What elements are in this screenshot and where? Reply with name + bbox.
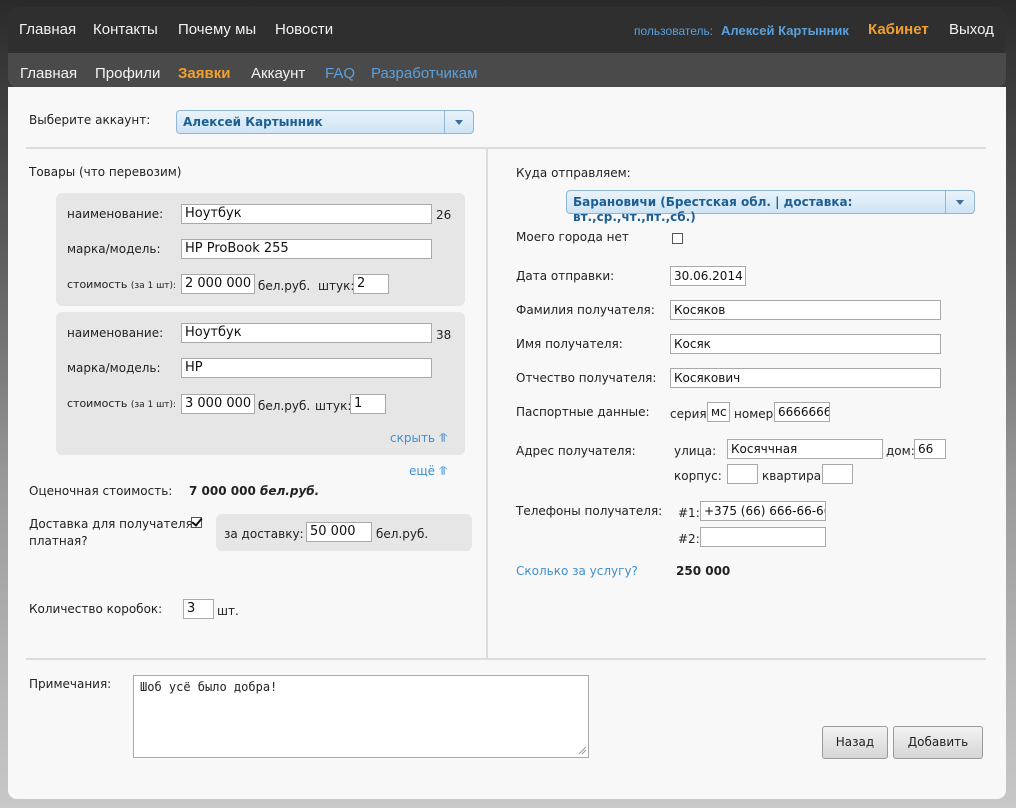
price-value: 250 000 bbox=[676, 564, 731, 578]
estimate-value: 7 000 000 бел.руб. bbox=[189, 484, 320, 498]
subnav-home[interactable]: Главная bbox=[20, 65, 77, 82]
goods-model-label: марка/модель: bbox=[67, 242, 161, 256]
subnav-requests[interactable]: Заявки bbox=[178, 65, 230, 82]
nav-cabinet[interactable]: Кабинет bbox=[868, 21, 929, 38]
back-button[interactable]: Назад bbox=[822, 726, 888, 759]
goods-name-input[interactable]: Ноутбук bbox=[181, 204, 432, 224]
passport-series-input[interactable]: мс bbox=[707, 402, 730, 422]
goods-name-counter: 26 bbox=[436, 208, 452, 222]
nav-news[interactable]: Новости bbox=[275, 21, 333, 38]
user-prefix: пользователь: bbox=[634, 24, 714, 38]
nav-logout[interactable]: Выход bbox=[949, 21, 994, 38]
nav-home[interactable]: Главная bbox=[19, 21, 76, 38]
apartment-label: квартира: bbox=[762, 469, 826, 483]
goods-qty-input[interactable]: 1 bbox=[350, 394, 386, 414]
goods-model-label: марка/модель: bbox=[67, 361, 161, 375]
passport-series-label: серия bbox=[670, 407, 707, 421]
house-label: дом: bbox=[886, 444, 915, 458]
divider-bottom bbox=[26, 658, 986, 660]
surname-label: Фамилия получателя: bbox=[516, 303, 655, 317]
passport-label: Паспортные данные: bbox=[516, 405, 650, 419]
delivery-paid-label: Доставка для получателя платная? bbox=[29, 517, 193, 548]
building-label: корпус: bbox=[674, 469, 722, 483]
goods-name-counter: 38 bbox=[436, 328, 452, 342]
delivery-fee-label: за доставку: bbox=[224, 527, 304, 541]
nav-contacts[interactable]: Контакты bbox=[93, 21, 158, 38]
goods-qty-label: штук: bbox=[318, 279, 355, 293]
nav-why-us[interactable]: Почему мы bbox=[178, 21, 256, 38]
goods-name-input[interactable]: Ноутбук bbox=[181, 323, 432, 343]
phone1-label: #1: bbox=[678, 506, 700, 520]
phone1-input[interactable]: +375 (66) 666-66-66 bbox=[700, 501, 826, 521]
subnav-profiles[interactable]: Профили bbox=[95, 65, 160, 82]
price-link[interactable]: Сколько за услугу? bbox=[516, 564, 638, 578]
subnav-account[interactable]: Аккаунт bbox=[251, 65, 305, 82]
account-label: Выберите аккаунт: bbox=[29, 113, 151, 127]
name-label: Имя получателя: bbox=[516, 337, 623, 351]
house-input[interactable]: 66 bbox=[914, 439, 946, 459]
patronymic-input[interactable]: Косякович bbox=[670, 368, 941, 388]
passport-number-label: номер bbox=[734, 407, 774, 421]
boxes-input[interactable]: 3 bbox=[183, 599, 214, 619]
destination-label: Куда отправляем: bbox=[516, 166, 631, 180]
subnav-developers[interactable]: Разработчикам bbox=[371, 65, 477, 82]
subnav-faq[interactable]: FAQ bbox=[325, 65, 355, 82]
building-input[interactable] bbox=[727, 464, 758, 484]
user-name-link[interactable]: Алексей Картынник bbox=[721, 23, 849, 38]
patronymic-label: Отчество получателя: bbox=[516, 371, 657, 385]
surname-input[interactable]: Косяков bbox=[670, 300, 941, 320]
phone2-input[interactable] bbox=[700, 527, 826, 547]
street-label: улица: bbox=[674, 444, 717, 458]
address-label: Адрес получателя: bbox=[516, 444, 636, 458]
goods-cost-label: стоимость (за 1 шт): bbox=[67, 397, 177, 410]
resize-handle-icon[interactable] bbox=[577, 745, 587, 755]
delivery-paid-checkbox[interactable] bbox=[191, 517, 202, 528]
notes-textarea[interactable]: Шоб усё было добра! bbox=[133, 675, 589, 758]
add-button[interactable]: Добавить bbox=[893, 726, 983, 759]
goods-name-label: наименование: bbox=[67, 207, 164, 221]
goods-name-label: наименование: bbox=[67, 326, 164, 340]
account-select[interactable]: Алексей Картынник bbox=[176, 110, 474, 134]
goods-qty-input[interactable]: 2 bbox=[353, 274, 389, 294]
goods-model-input[interactable]: HP bbox=[181, 358, 432, 378]
chevron-down-icon bbox=[945, 191, 974, 213]
chevron-down-icon bbox=[444, 111, 473, 133]
goods-cost-label: стоимость (за 1 шт): bbox=[67, 278, 177, 291]
goods-cost-input[interactable]: 2 000 000 bbox=[181, 274, 255, 294]
divider-middle bbox=[486, 149, 488, 659]
goods-currency: бел.руб. bbox=[258, 279, 311, 293]
street-input[interactable]: Косяччная bbox=[727, 439, 883, 459]
date-input[interactable]: 30.06.2014 bbox=[670, 266, 746, 286]
goods-cost-input[interactable]: 3 000 000 bbox=[181, 394, 255, 414]
more-link[interactable]: ещё ⥣ bbox=[409, 464, 448, 479]
boxes-label: Количество коробок: bbox=[29, 602, 163, 616]
goods-title: Товары (что перевозим) bbox=[29, 165, 182, 179]
date-label: Дата отправки: bbox=[516, 269, 615, 283]
goods-currency: бел.руб. bbox=[258, 399, 311, 413]
passport-number-input[interactable]: 6666666 bbox=[774, 402, 830, 422]
apartment-input[interactable] bbox=[822, 464, 853, 484]
delivery-fee-input[interactable]: 50 000 bbox=[306, 522, 372, 542]
delivery-fee-currency: бел.руб. bbox=[376, 527, 429, 541]
divider-top bbox=[26, 147, 986, 149]
no-city-checkbox[interactable] bbox=[672, 233, 683, 244]
goods-model-input[interactable]: HP ProBook 255 bbox=[181, 239, 432, 259]
goods-qty-label: штук: bbox=[315, 399, 352, 413]
notes-label: Примечания: bbox=[29, 677, 112, 691]
boxes-unit: шт. bbox=[217, 604, 239, 618]
account-select-value: Алексей Картынник bbox=[183, 115, 323, 129]
destination-select[interactable]: Барановичи (Брестская обл. | доставка: в… bbox=[566, 190, 975, 224]
hide-link[interactable]: скрыть ⥣ bbox=[390, 431, 448, 446]
phones-label: Телефоны получателя: bbox=[516, 504, 663, 518]
name-input[interactable]: Косяк bbox=[670, 334, 941, 354]
estimate-label: Оценочная стоимость: bbox=[29, 484, 173, 498]
phone2-label: #2: bbox=[678, 532, 700, 546]
no-city-label: Моего города нет bbox=[516, 230, 629, 244]
